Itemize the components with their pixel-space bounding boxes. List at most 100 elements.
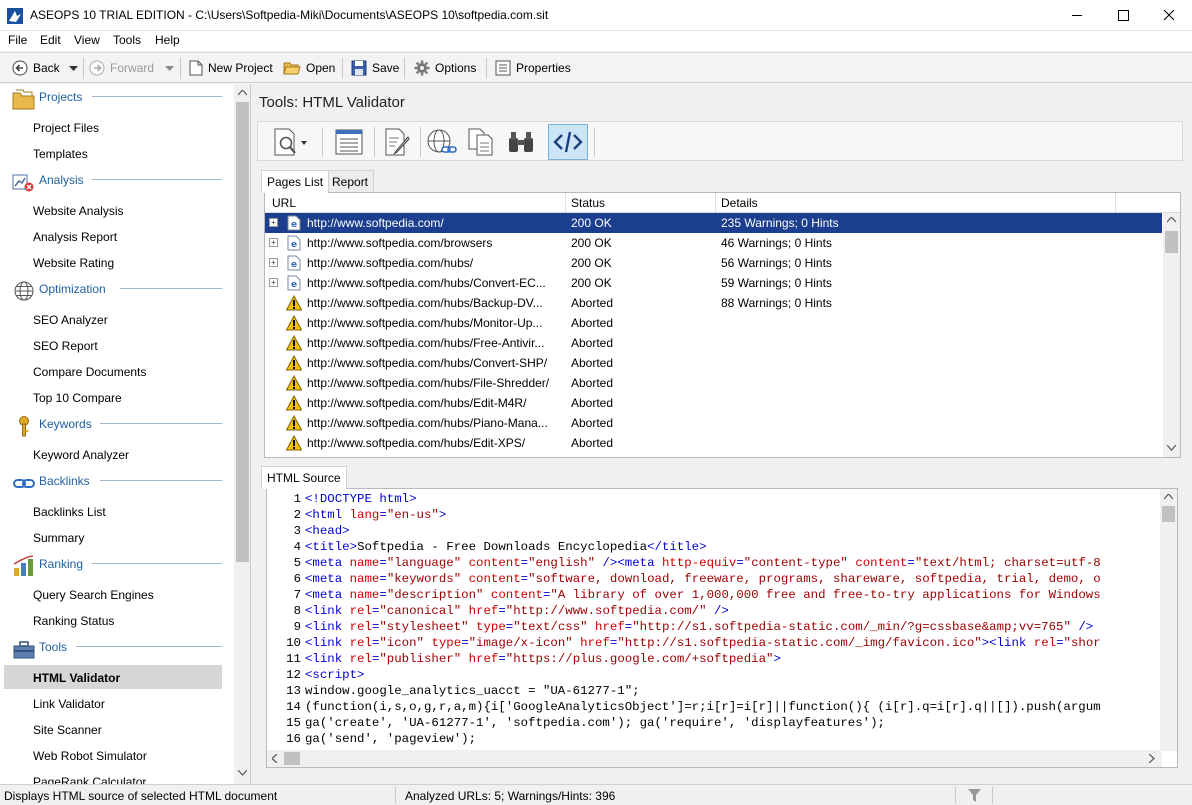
column-details[interactable]: Details — [721, 196, 758, 210]
sidebar-item-backlinks-list[interactable]: Backlinks List — [33, 505, 106, 519]
open-button[interactable]: Open — [283, 59, 335, 77]
scroll-up-icon[interactable] — [1164, 494, 1173, 500]
tab-pages-list[interactable]: Pages List — [261, 170, 330, 193]
sidebar-category-projects[interactable]: Projects — [0, 84, 232, 110]
sidebar-category-keywords[interactable]: Keywords — [0, 411, 232, 437]
sidebar-category-optimization[interactable]: Optimization — [0, 276, 232, 302]
table-row[interactable]: http://www.softpedia.com/hubs/File-Shred… — [265, 373, 1162, 393]
back-button[interactable]: Back — [12, 59, 60, 77]
save-button[interactable]: Save — [351, 59, 399, 77]
row-status: Aborted — [571, 296, 614, 310]
new-project-button[interactable]: New Project — [189, 59, 273, 77]
table-row[interactable]: http://www.softpedia.com/hubs/Piano-Mana… — [265, 413, 1162, 433]
options-button[interactable]: Options — [414, 59, 476, 77]
expand-icon[interactable]: + — [269, 258, 278, 267]
table-row[interactable]: http://www.softpedia.com/hubs/Backup-DV.… — [265, 293, 1162, 313]
forward-dropdown-icon[interactable] — [165, 66, 174, 72]
scroll-up-icon[interactable] — [1167, 217, 1176, 223]
menu-view[interactable]: View — [74, 33, 100, 47]
expand-icon[interactable]: + — [269, 218, 278, 227]
table-row[interactable]: http://www.softpedia.com/hubs/Monitor-Up… — [265, 313, 1162, 333]
column-url[interactable]: URL — [272, 196, 296, 210]
row-url: http://www.softpedia.com/hubs/Free-Antiv… — [307, 336, 545, 350]
maximize-button[interactable] — [1100, 0, 1146, 31]
expand-icon[interactable]: + — [269, 278, 278, 287]
scroll-down-icon[interactable] — [1167, 445, 1176, 451]
properties-button[interactable]: Properties — [495, 59, 571, 77]
code-horizontal-scrollbar[interactable] — [267, 750, 1162, 767]
sidebar-item-seo-report[interactable]: SEO Report — [33, 339, 98, 353]
column-separator[interactable] — [715, 193, 716, 213]
table-row[interactable]: + e http://www.softpedia.com/browsers 200 O… — [265, 233, 1162, 253]
sidebar-item-ranking-status[interactable]: Ranking Status — [33, 614, 114, 628]
column-status[interactable]: Status — [571, 196, 605, 210]
new-project-label: New Project — [208, 61, 273, 75]
column-separator[interactable] — [1115, 193, 1116, 213]
code-token: "text/html; charset=utf-8 — [914, 556, 1101, 570]
scroll-down-icon[interactable] — [238, 770, 247, 776]
table-row[interactable]: + e http://www.softpedia.com/hubs/Convert-… — [265, 273, 1162, 293]
code-scroll-thumb[interactable] — [1162, 506, 1175, 522]
menu-file[interactable]: File — [8, 33, 27, 47]
sidebar-item-html-validator[interactable]: HTML Validator — [33, 671, 120, 685]
table-scrollbar[interactable] — [1163, 213, 1180, 457]
sidebar-item-link-validator[interactable]: Link Validator — [33, 697, 105, 711]
sidebar-item-project-files[interactable]: Project Files — [33, 121, 99, 135]
toolbar-separator — [342, 58, 343, 79]
sidebar-item-pagerank-calculator[interactable]: PageRank Calculator — [33, 775, 146, 784]
scroll-left-icon[interactable] — [272, 754, 278, 763]
column-separator[interactable] — [565, 193, 566, 213]
html-source-view[interactable]: 1 <!DOCTYPE html> 2 <html lang="en-us"> 3 <he… — [266, 488, 1178, 768]
table-row[interactable]: http://www.softpedia.com/hubs/Convert-SH… — [265, 353, 1162, 373]
expand-icon[interactable]: + — [269, 238, 278, 247]
close-button[interactable] — [1146, 0, 1192, 31]
table-row[interactable]: http://www.softpedia.com/hubs/Edit-M4R/A… — [265, 393, 1162, 413]
code-view-button[interactable] — [548, 124, 588, 160]
table-scroll-thumb[interactable] — [1165, 231, 1178, 253]
sidebar-item-top-10-compare[interactable]: Top 10 Compare — [33, 391, 122, 405]
sidebar-category-backlinks[interactable]: Backlinks — [0, 468, 232, 494]
menu-tools[interactable]: Tools — [113, 33, 141, 47]
sidebar-item-compare-documents[interactable]: Compare Documents — [33, 365, 146, 379]
globe-link-button[interactable] — [424, 125, 458, 159]
filter-icon[interactable] — [967, 788, 982, 803]
scroll-up-icon[interactable] — [238, 90, 247, 96]
tab-report[interactable]: Report — [326, 170, 375, 192]
sidebar-item-website-analysis[interactable]: Website Analysis — [33, 204, 124, 218]
sidebar-item-seo-analyzer[interactable]: SEO Analyzer — [33, 313, 108, 327]
sidebar-item-keyword-analyzer[interactable]: Keyword Analyzer — [33, 448, 129, 462]
menu-edit[interactable]: Edit — [40, 33, 61, 47]
status-summary: Analyzed URLs: 5; Warnings/Hints: 396 — [405, 789, 616, 803]
menu-help[interactable]: Help — [155, 33, 180, 47]
scroll-right-icon[interactable] — [1149, 754, 1155, 763]
code-hscroll-thumb[interactable] — [284, 752, 300, 765]
forward-label: Forward — [110, 61, 155, 75]
code-token: "http://s1.softpedia-static.com/_img/fav… — [617, 636, 982, 650]
sidebar-scroll-thumb[interactable] — [236, 102, 249, 562]
sidebar-item-web-robot-simulator[interactable]: Web Robot Simulator — [33, 749, 147, 763]
sidebar-category-ranking[interactable]: Ranking — [0, 551, 232, 577]
minimize-button[interactable] — [1054, 0, 1100, 31]
sidebar-category-tools[interactable]: Tools — [0, 634, 232, 660]
table-row[interactable]: http://www.softpedia.com/hubs/Edit-XPS/A… — [265, 433, 1162, 453]
code-vertical-scrollbar[interactable] — [1160, 489, 1177, 751]
copy-pages-button[interactable] — [464, 125, 498, 159]
sidebar-item-templates[interactable]: Templates — [33, 147, 88, 161]
tab-html-source[interactable]: HTML Source — [261, 466, 347, 489]
table-row[interactable]: + e http://www.softpedia.com/hubs/200 OK 56… — [265, 253, 1162, 273]
table-row[interactable]: + e http://www.softpedia.com/200 OK 235 War… — [265, 213, 1162, 233]
table-row[interactable]: http://www.softpedia.com/hubs/Free-Antiv… — [265, 333, 1162, 353]
find-button[interactable] — [504, 125, 538, 159]
sidebar-item-website-rating[interactable]: Website Rating — [33, 256, 114, 270]
sidebar-item-summary[interactable]: Summary — [33, 531, 84, 545]
sidebar-item-site-scanner[interactable]: Site Scanner — [33, 723, 102, 737]
sidebar-category-analysis[interactable]: Analysis — [0, 167, 232, 193]
line-number: 10 — [286, 636, 301, 650]
sidebar-item-query-search-engines[interactable]: Query Search Engines — [33, 588, 154, 602]
back-dropdown-icon[interactable] — [69, 66, 78, 72]
edit-page-button[interactable] — [380, 125, 414, 159]
validate-page-button[interactable] — [270, 125, 310, 159]
sidebar-item-analysis-report[interactable]: Analysis Report — [33, 230, 117, 244]
forward-button[interactable]: Forward — [89, 59, 154, 77]
list-button[interactable] — [332, 125, 366, 159]
